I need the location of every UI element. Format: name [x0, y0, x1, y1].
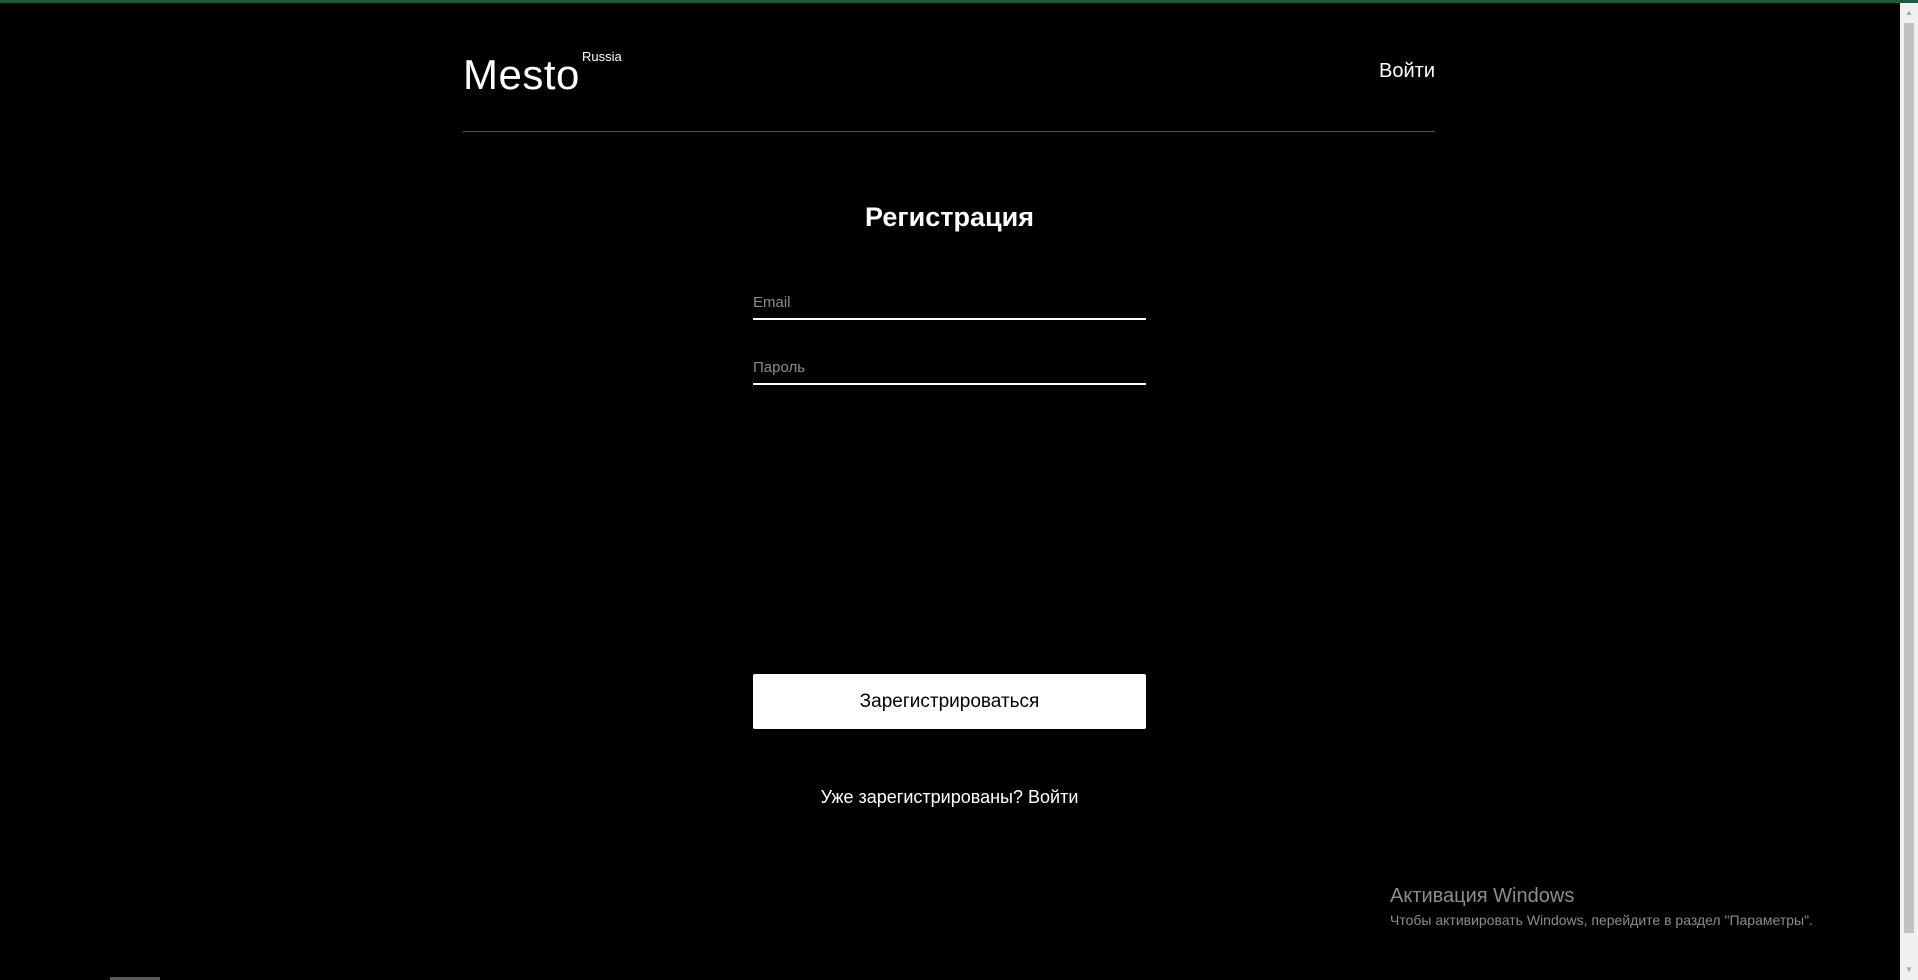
- vertical-scrollbar[interactable]: ▲ ▼: [1900, 3, 1918, 980]
- watermark-title: Активация Windows: [1390, 885, 1575, 907]
- email-field: [753, 288, 1146, 320]
- scroll-thumb[interactable]: [1904, 23, 1914, 933]
- scroll-down-arrow-icon[interactable]: ▼: [1900, 962, 1918, 978]
- signin-link[interactable]: Войти: [1028, 787, 1078, 807]
- site-header: Mesto Russia Войти: [463, 47, 1435, 135]
- header-divider: [463, 131, 1435, 132]
- already-registered-text: Уже зарегистрированы?: [820, 787, 1023, 807]
- page-title: Регистрация: [865, 202, 1034, 232]
- scroll-up-arrow-icon[interactable]: ▲: [1900, 5, 1918, 21]
- password-field: [753, 353, 1146, 385]
- watermark-subtitle: Чтобы активировать Windows, перейдите в …: [1390, 912, 1813, 928]
- signin-prompt: Уже зарегистрированы? Войти: [753, 786, 1146, 808]
- page: [0, 3, 1900, 980]
- logo-text: Mesto: [463, 51, 580, 98]
- email-input[interactable]: [753, 288, 1146, 316]
- header-login-link[interactable]: Войти: [1379, 59, 1435, 83]
- logo-superscript: Russia: [582, 49, 622, 64]
- password-input[interactable]: [753, 353, 1146, 381]
- register-button[interactable]: Зарегистрироваться: [753, 674, 1146, 729]
- windows-activation-watermark: Активация Windows Чтобы активировать Win…: [1390, 883, 1813, 929]
